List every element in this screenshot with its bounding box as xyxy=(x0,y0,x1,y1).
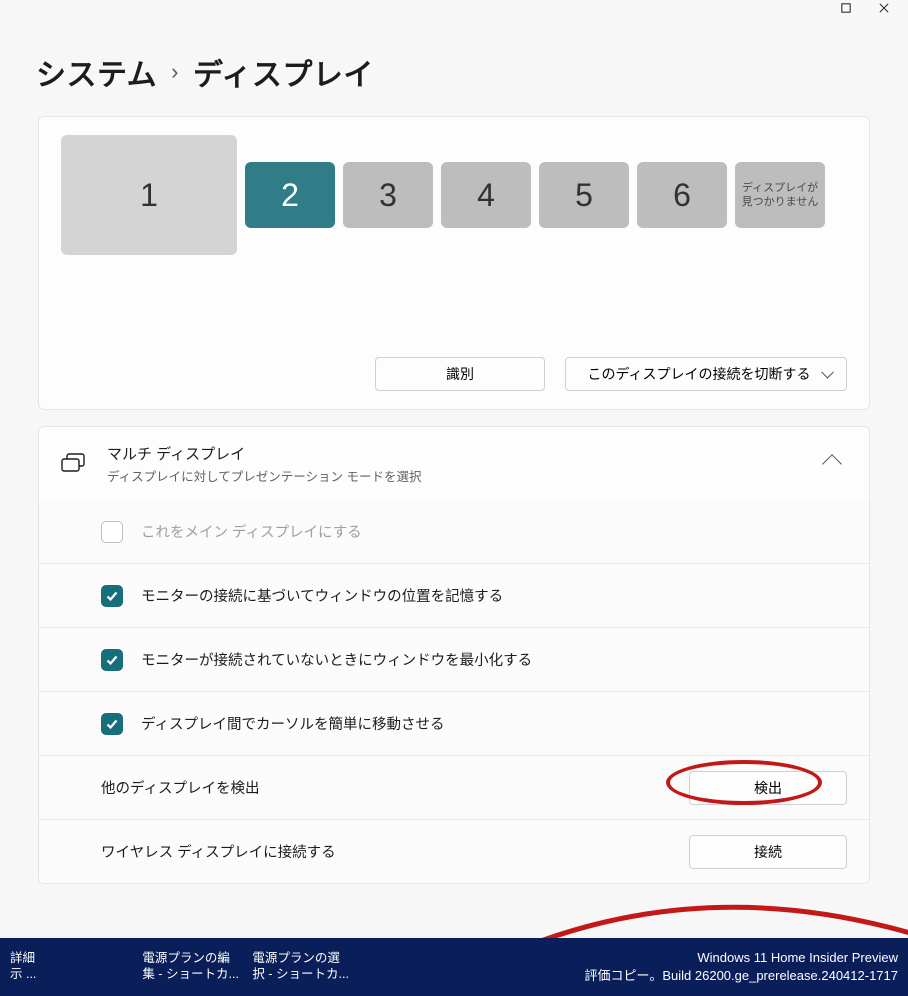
row-easy-cursor: ディスプレイ間でカーソルを簡単に移動させる xyxy=(38,692,870,756)
section-title: マルチ ディスプレイ xyxy=(107,443,805,464)
maximize-icon[interactable] xyxy=(840,0,852,18)
label-detect: 他のディスプレイを検出 xyxy=(101,777,671,798)
breadcrumb-parent[interactable]: システム xyxy=(36,50,157,94)
row-detect-displays: 他のディスプレイを検出 検出 xyxy=(38,756,870,820)
monitor-not-found[interactable]: ディスプレイが見つかりません xyxy=(735,162,825,228)
row-minimize-disconnected: モニターが接続されていないときにウィンドウを最小化する xyxy=(38,628,870,692)
monitor-5[interactable]: 5 xyxy=(539,162,629,228)
checkbox-make-main xyxy=(101,521,123,543)
checkbox-minimize[interactable] xyxy=(101,649,123,671)
monitor-1[interactable]: 1 xyxy=(61,135,237,255)
identify-button[interactable]: 識別 xyxy=(375,357,545,391)
label-easy-cursor: ディスプレイ間でカーソルを簡単に移動させる xyxy=(141,713,847,734)
detect-button[interactable]: 検出 xyxy=(689,771,847,805)
chevron-up-icon xyxy=(822,454,842,474)
displays-icon xyxy=(61,453,87,475)
taskbar-watermark: Windows 11 Home Insider Preview 評価コピー。Bu… xyxy=(584,949,902,984)
taskbar-item-3[interactable]: 電源プランの選 択 - ショートカ... xyxy=(244,951,354,982)
checkbox-remember-position[interactable] xyxy=(101,585,123,607)
label-make-main: これをメイン ディスプレイにする xyxy=(141,521,847,542)
row-make-main-display: これをメイン ディスプレイにする xyxy=(38,500,870,564)
chevron-right-icon: › xyxy=(171,59,179,85)
monitor-6[interactable]: 6 xyxy=(637,162,727,228)
watermark-line2: 評価コピー。Build 26200.ge_prerelease.240412-1… xyxy=(584,967,898,985)
connect-button[interactable]: 接続 xyxy=(689,835,847,869)
window-controls xyxy=(840,0,908,14)
monitor-3[interactable]: 3 xyxy=(343,162,433,228)
close-icon[interactable] xyxy=(878,0,890,18)
section-subtitle: ディスプレイに対してプレゼンテーション モードを選択 xyxy=(107,466,805,485)
label-remember-position: モニターの接続に基づいてウィンドウの位置を記憶する xyxy=(141,585,847,606)
taskbar: 詳細 示 ... 電源プランの編 集 - ショートカ... 電源プランの選 択 … xyxy=(0,938,908,996)
monitor-layout[interactable]: 1 2 3 4 5 6 ディスプレイが見つかりません xyxy=(61,135,847,255)
monitor-4[interactable]: 4 xyxy=(441,162,531,228)
checkbox-easy-cursor[interactable] xyxy=(101,713,123,735)
row-wireless-display: ワイヤレス ディスプレイに接続する 接続 xyxy=(38,820,870,884)
taskbar-item-2[interactable]: 電源プランの編 集 - ショートカ... xyxy=(134,951,244,982)
row-remember-position: モニターの接続に基づいてウィンドウの位置を記憶する xyxy=(38,564,870,628)
breadcrumb: システム › ディスプレイ xyxy=(36,50,374,94)
watermark-line1: Windows 11 Home Insider Preview xyxy=(584,949,898,967)
label-minimize: モニターが接続されていないときにウィンドウを最小化する xyxy=(141,649,847,670)
label-wireless: ワイヤレス ディスプレイに接続する xyxy=(101,841,671,862)
breadcrumb-current: ディスプレイ xyxy=(193,50,374,94)
taskbar-item-1[interactable]: 詳細 示 ... xyxy=(2,951,44,982)
display-mode-dropdown[interactable]: このディスプレイの接続を切断する xyxy=(565,357,847,391)
display-arrange-card: 1 2 3 4 5 6 ディスプレイが見つかりません 識別 このディスプレイの接… xyxy=(38,116,870,410)
monitor-2[interactable]: 2 xyxy=(245,162,335,228)
multi-display-header[interactable]: マルチ ディスプレイ ディスプレイに対してプレゼンテーション モードを選択 xyxy=(39,427,869,501)
multi-display-section: マルチ ディスプレイ ディスプレイに対してプレゼンテーション モードを選択 xyxy=(38,426,870,502)
